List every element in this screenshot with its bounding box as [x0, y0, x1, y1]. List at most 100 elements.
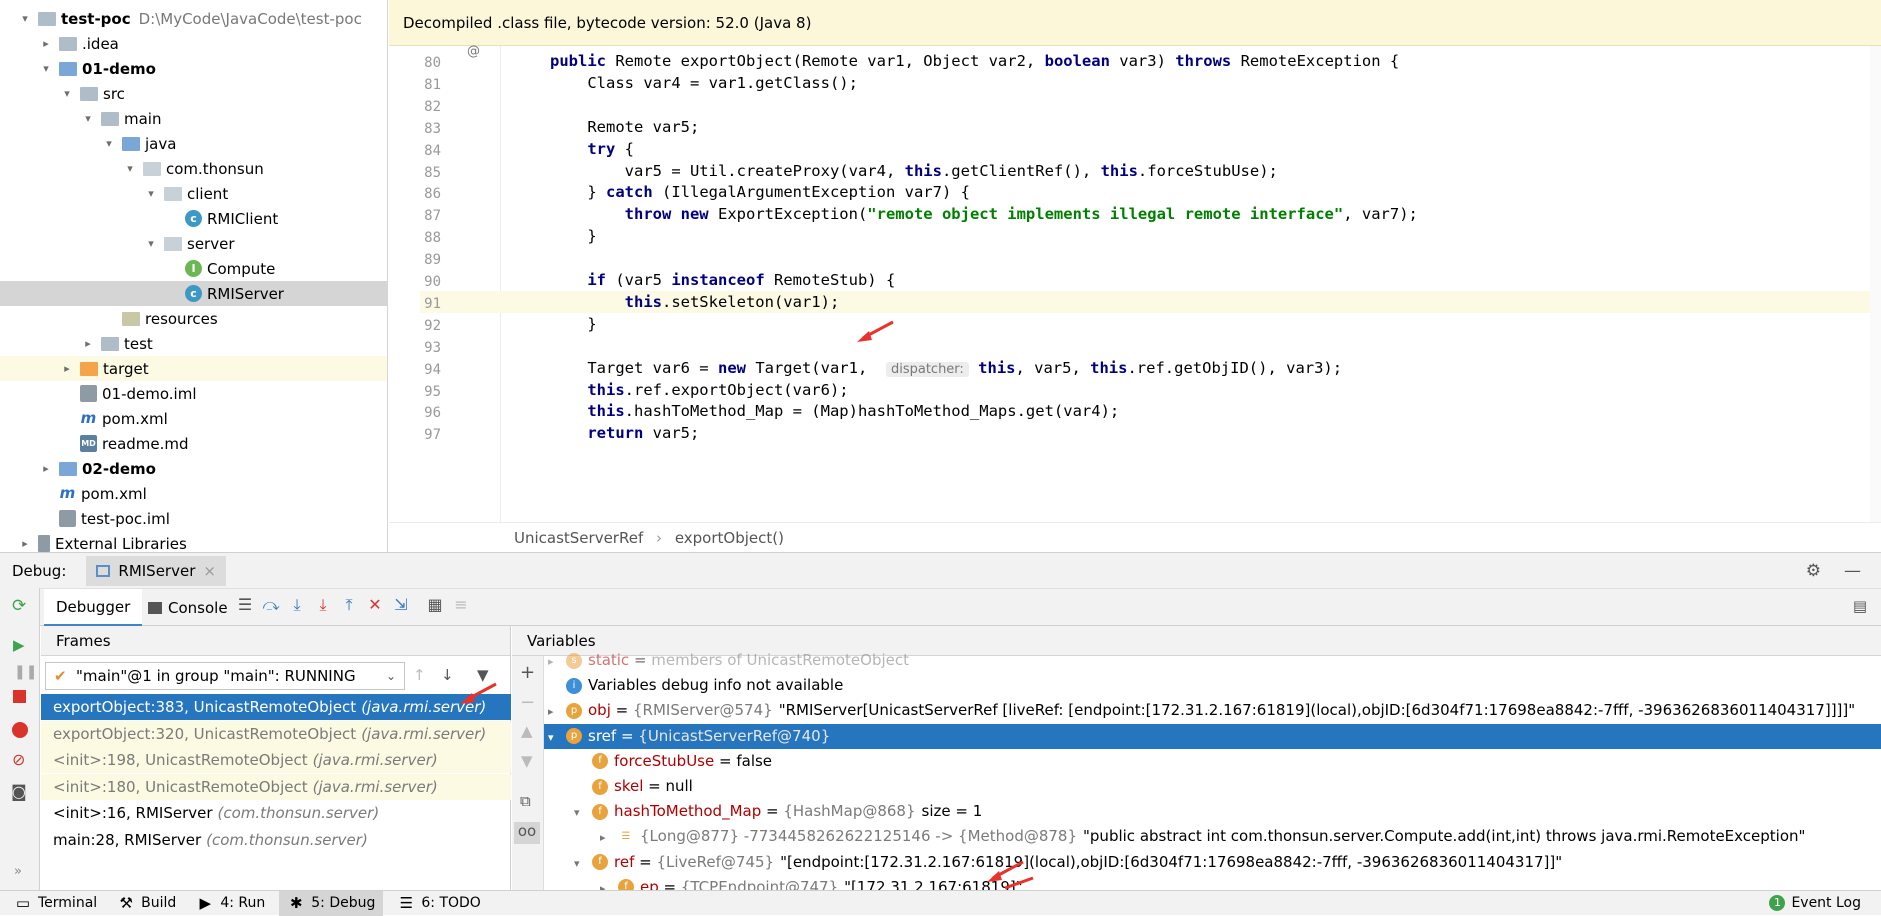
step-over-icon[interactable]: ⤼	[258, 595, 284, 615]
code-line[interactable]: try {	[502, 138, 1870, 160]
frame-item[interactable]: main:28, RMIServer (com.thonsun.server)	[41, 827, 511, 853]
tree-item[interactable]: ▸ External Libraries	[0, 531, 387, 552]
tree-arrow-icon[interactable]: ▸	[548, 649, 566, 674]
tree-arrow-icon[interactable]: ▾	[574, 800, 592, 825]
code-line[interactable]: var5 = Util.createProxy(var4, this.getCl…	[502, 160, 1870, 182]
code-line[interactable]	[502, 247, 1870, 269]
drop-frame-icon[interactable]: ✕	[362, 595, 388, 615]
expand-icon[interactable]: »	[14, 864, 22, 879]
tab-debugger[interactable]: Debugger	[44, 589, 143, 627]
chevron-icon[interactable]: ▾	[144, 237, 158, 250]
chevron-icon[interactable]: ▾	[144, 187, 158, 200]
frame-item[interactable]: exportObject:383, UnicastRemoteObject (ja…	[41, 694, 511, 720]
code-line[interactable]: if (var5 instanceof RemoteStub) {	[502, 269, 1870, 291]
minimize-icon[interactable]: —	[1844, 561, 1861, 581]
layout-icon[interactable]: ▤	[1853, 597, 1867, 615]
move-down-icon[interactable]: ▼	[521, 752, 533, 770]
chevron-icon[interactable]: ▾	[123, 162, 137, 175]
tree-item[interactable]: 01-demo.iml	[0, 381, 387, 406]
add-watch-icon[interactable]: +	[520, 662, 535, 683]
variable-row[interactable]: ▸ ☰ {Long@877} -7734458262622125146 -> {Me…	[544, 824, 1881, 849]
chevron-icon[interactable]: ▸	[81, 337, 95, 350]
code-line[interactable]: return var5;	[502, 422, 1870, 444]
chevron-icon[interactable]: ▸	[39, 462, 53, 475]
evaluate-icon[interactable]: ▦	[422, 595, 448, 615]
tree-item[interactable]: ▸ .idea	[0, 31, 387, 56]
code-editor[interactable]: public Remote exportObject(Remote var1, …	[502, 46, 1870, 522]
chevron-icon[interactable]: ▸	[39, 37, 53, 50]
tree-item[interactable]: m pom.xml	[0, 481, 387, 506]
tree-item[interactable]: c RMIClient	[0, 206, 387, 231]
menu-icon[interactable]: ☰	[232, 595, 258, 615]
variable-row[interactable]: ▾ f ref = {LiveRef@745} "[endpoint:[172.31.…	[544, 850, 1881, 875]
variable-row[interactable]: ▸ s static = members of UnicastRemoteObjec…	[544, 648, 1881, 673]
step-into-icon[interactable]: ⤓	[284, 595, 310, 615]
code-line[interactable]: public Remote exportObject(Remote var1, …	[502, 50, 1870, 72]
variable-row[interactable]: ▸ f ep = {TCPEndpoint@747} "[172.31.2.167:6…	[544, 875, 1881, 890]
tree-arrow-icon[interactable]: ▸	[600, 876, 618, 890]
chevron-icon[interactable]: ▸	[18, 537, 32, 550]
tree-item[interactable]: ▾ java	[0, 131, 387, 156]
tree-item[interactable]: ▾ test-poc D:\MyCode\JavaCode\test-poc	[0, 6, 387, 31]
close-icon[interactable]: ×	[203, 562, 216, 580]
chevron-icon[interactable]: ▾	[60, 87, 74, 100]
view-breakpoints-icon[interactable]	[12, 722, 28, 738]
code-line[interactable]: }	[502, 313, 1870, 335]
tree-item[interactable]: ▾ server	[0, 231, 387, 256]
frame-item[interactable]: <init>:16, RMIServer (com.thonsun.server)	[41, 800, 511, 826]
chevron-icon[interactable]: ▾	[102, 137, 116, 150]
frame-item[interactable]: <init>:180, UnicastRemoteObject (java.rmi…	[41, 773, 511, 800]
run-tab[interactable]: ▶ 4: Run	[196, 894, 266, 912]
gear-icon[interactable]: ⚙	[1806, 561, 1821, 581]
tab-rmiserver[interactable]: RMIServer ×	[86, 555, 226, 586]
tab-console[interactable]: Console	[148, 589, 228, 627]
resume-icon[interactable]: ▶	[13, 636, 25, 654]
code-line[interactable]: Target var6 = new Target(var1, dispatche…	[502, 357, 1870, 379]
code-line[interactable]	[502, 94, 1870, 116]
chevron-icon[interactable]: ▸	[60, 362, 74, 375]
pause-icon[interactable]: ❚❚	[14, 664, 37, 680]
variable-row[interactable]: ▾ p sref = {UnicastServerRef@740}	[544, 723, 1881, 749]
frame-item[interactable]: <init>:198, UnicastRemoteObject (java.rmi…	[41, 747, 511, 773]
rerun-icon[interactable]: ⟳	[12, 596, 26, 616]
code-line[interactable]: } catch (IllegalArgumentException var7) …	[502, 181, 1870, 203]
tree-item[interactable]: ▾ client	[0, 181, 387, 206]
tree-item[interactable]: ▸ target	[0, 356, 387, 381]
tree-item[interactable]: test-poc.iml	[0, 506, 387, 531]
frame-down-icon[interactable]: ↓	[441, 666, 454, 684]
frame-up-icon[interactable]: ↑	[413, 666, 426, 684]
chevron-icon[interactable]: ▾	[81, 112, 95, 125]
breadcrumb-method[interactable]: exportObject()	[675, 529, 784, 547]
tree-arrow-icon[interactable]: ▸	[548, 699, 566, 724]
camera-icon[interactable]: ◙	[11, 782, 27, 801]
tree-item[interactable]: c RMIServer	[0, 281, 387, 306]
variable-row[interactable]: ▸ p obj = {RMIServer@574} "RMIServer[Unicas…	[544, 698, 1881, 723]
variable-row[interactable]: f skel = null	[544, 774, 1881, 799]
tree-item[interactable]: ▾ 01-demo	[0, 56, 387, 81]
variable-row[interactable]: ▾ f hashToMethod_Map = {HashMap@868} size =…	[544, 799, 1881, 824]
breadcrumb-class[interactable]: UnicastServerRef	[514, 529, 643, 547]
trace-icon[interactable]: ≡	[448, 595, 474, 615]
code-line[interactable]: Remote var5;	[502, 116, 1870, 138]
tree-item[interactable]: ▾ main	[0, 106, 387, 131]
glasses-icon[interactable]: oo	[514, 822, 540, 844]
tree-item[interactable]: ▾ src	[0, 81, 387, 106]
thread-selector[interactable]: ✔ "main"@1 in group "main": RUNNING ⌄	[45, 662, 405, 690]
mute-breakpoints-icon[interactable]: ⊘	[12, 750, 25, 769]
run-to-cursor-icon[interactable]: ⇲	[388, 595, 414, 615]
force-step-into-icon[interactable]: ⤓	[310, 595, 336, 615]
event-log-tab[interactable]: 1 Event Log	[1769, 895, 1861, 911]
chevron-icon[interactable]: ▾	[39, 62, 53, 75]
code-line[interactable]: Class var4 = var1.getClass();	[502, 72, 1870, 94]
stop-icon[interactable]	[13, 690, 26, 703]
tree-arrow-icon[interactable]: ▾	[574, 851, 592, 876]
code-line[interactable]: this.setSkeleton(var1);	[502, 290, 1870, 313]
terminal-tab[interactable]: ▭ Terminal	[14, 894, 97, 912]
code-line[interactable]: }	[502, 225, 1870, 247]
tree-item[interactable]: ▾ com.thonsun	[0, 156, 387, 181]
variable-row[interactable]: i Variables debug info not available	[544, 673, 1881, 698]
code-line[interactable]: throw new ExportException("remote object…	[502, 203, 1870, 225]
code-line[interactable]	[502, 335, 1870, 357]
code-line[interactable]: this.hashToMethod_Map = (Map)hashToMetho…	[502, 400, 1870, 422]
tree-arrow-icon[interactable]: ▸	[600, 825, 618, 850]
